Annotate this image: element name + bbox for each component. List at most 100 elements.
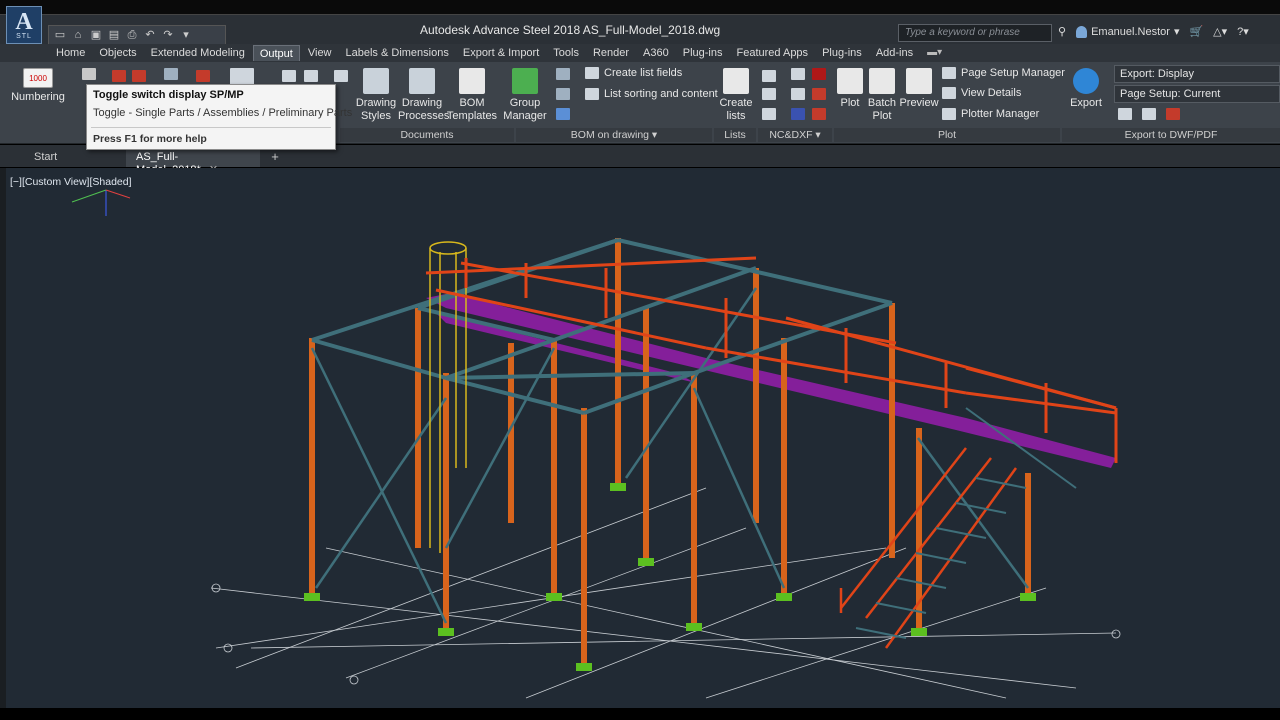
open-file-icon[interactable]: ⌂ <box>71 29 85 41</box>
tab-a360[interactable]: A360 <box>637 45 675 61</box>
new-tab-icon[interactable]: + <box>266 150 284 164</box>
tab-tools[interactable]: Tools <box>547 45 585 61</box>
doc-2-icon[interactable] <box>304 70 318 82</box>
list-fields-icon <box>585 67 599 79</box>
panel-label-documents: Documents <box>340 128 514 142</box>
top-letterbox <box>0 0 1280 14</box>
nc-1-icon[interactable] <box>791 68 805 80</box>
ucs-icon <box>71 189 131 216</box>
panel-label-export-dwf: Export to DWF/PDF <box>1062 128 1280 142</box>
tab-output[interactable]: Output <box>252 45 300 61</box>
export-opt-1-icon[interactable] <box>1118 108 1132 120</box>
tooltip-title: Toggle switch display SP/MP <box>93 89 244 101</box>
panel-label-ncdxf[interactable]: NC&DXF ▾ <box>758 128 832 142</box>
doc-3-icon[interactable] <box>334 70 348 82</box>
drawing-styles-icon <box>363 68 389 94</box>
help-icon[interactable]: ?▾ <box>1237 25 1249 38</box>
pdf-icon[interactable] <box>1166 108 1180 120</box>
create-list-fields-button[interactable]: Create list fields <box>585 67 682 79</box>
tab-export-import[interactable]: Export & Import <box>457 45 545 61</box>
user-icon <box>1076 25 1088 38</box>
nc-m-icon[interactable] <box>812 68 826 80</box>
tab-view[interactable]: View <box>302 45 338 61</box>
tab-labels-dimensions[interactable]: Labels & Dimensions <box>340 45 455 61</box>
new-file-icon[interactable]: ▭ <box>53 29 67 41</box>
export-display-select[interactable]: Export: Display <box>1114 65 1280 83</box>
marking-icon[interactable] <box>112 70 126 82</box>
preview-button[interactable]: Preview <box>898 68 940 110</box>
save-icon[interactable]: ▣ <box>89 29 103 41</box>
bom-edit-icon[interactable] <box>556 68 570 80</box>
grid-lines <box>210 487 1121 699</box>
save-as-icon[interactable]: ▤ <box>107 29 121 41</box>
nc-5-icon[interactable] <box>812 108 826 120</box>
page-setup-select[interactable]: Page Setup: Current <box>1114 85 1280 103</box>
doc-icon[interactable] <box>282 70 296 82</box>
tab-plug-ins-2[interactable]: Plug-ins <box>816 45 868 61</box>
search-input[interactable]: Type a keyword or phrase <box>898 24 1052 42</box>
batch-plot-button[interactable]: Batch Plot <box>866 68 898 123</box>
label-icon[interactable] <box>164 68 178 80</box>
title-bar: ▭ ⌂ ▣ ▤ ⎙ ↶ ↷ ▾ Autodesk Advance Steel 2… <box>0 14 1280 45</box>
nc-2-icon[interactable] <box>791 88 805 100</box>
autodesk-icon[interactable]: △▾ <box>1213 25 1227 38</box>
list-sorting-button[interactable]: List sorting and content <box>585 88 718 100</box>
tab-featured-apps[interactable]: Featured Apps <box>731 45 815 61</box>
marking-2-icon[interactable] <box>132 70 146 82</box>
quick-access-toolbar[interactable]: ▭ ⌂ ▣ ▤ ⎙ ↶ ↷ ▾ <box>48 25 226 45</box>
window-title: Autodesk Advance Steel 2018 AS_Full-Mode… <box>420 23 721 37</box>
tab-objects[interactable]: Objects <box>93 45 142 61</box>
page-setup-icon <box>942 67 956 79</box>
plot-icon <box>837 68 863 94</box>
tab-home[interactable]: Home <box>50 45 91 61</box>
tooltip-help: Press F1 for more help <box>93 133 207 145</box>
nc-icon[interactable] <box>762 70 776 82</box>
ribbon-options-icon[interactable]: ▬▾ <box>921 45 948 61</box>
nc-4-icon[interactable] <box>791 108 805 120</box>
cart-icon[interactable]: 🛒 <box>1189 25 1203 38</box>
drawing-processes-button[interactable]: Drawing Processes <box>398 68 449 123</box>
model-viewport[interactable]: [−][Custom View][Shaded] <box>6 168 1280 708</box>
stair <box>839 447 1018 649</box>
page-setup-manager-button[interactable]: Page Setup Manager <box>942 67 1065 79</box>
drawing-styles-button[interactable]: Drawing Styles <box>354 68 398 123</box>
user-menu[interactable]: Emanuel.Nestor ▾ <box>1076 25 1179 38</box>
app-menu-button[interactable]: A STL <box>6 6 42 44</box>
dxf-icon[interactable] <box>762 88 776 100</box>
tooltip-separator <box>91 127 331 128</box>
undo-icon[interactable]: ↶ <box>143 29 157 41</box>
plotter-manager-button[interactable]: Plotter Manager <box>942 108 1039 120</box>
tab-extended-modeling[interactable]: Extended Modeling <box>145 45 251 61</box>
tab-add-ins[interactable]: Add-ins <box>870 45 919 61</box>
redo-icon[interactable]: ↷ <box>161 29 175 41</box>
export-button[interactable]: Export <box>1068 68 1104 110</box>
create-lists-button[interactable]: Create lists <box>716 68 756 123</box>
nc-export-icon[interactable] <box>762 108 776 120</box>
steel-structure-model <box>71 189 1121 699</box>
nc-3-icon[interactable] <box>812 88 826 100</box>
tooltip-description: Toggle - Single Parts / Assemblies / Pre… <box>93 107 353 119</box>
bom-insert-icon[interactable] <box>556 108 570 120</box>
numbering-button[interactable]: 1000 Numbering <box>8 68 68 104</box>
tab-start[interactable]: Start <box>24 148 67 167</box>
bom-templates-button[interactable]: BOM Templates <box>446 68 498 123</box>
tab-render[interactable]: Render <box>587 45 635 61</box>
print-icon[interactable]: ⎙ <box>125 29 139 41</box>
view-details-button[interactable]: View Details <box>942 87 1021 99</box>
ribbon-tabs: Home Objects Extended Modeling Output Vi… <box>0 44 1280 62</box>
viewport-controls[interactable]: [−][Custom View][Shaded] <box>10 176 132 188</box>
bom-update-icon[interactable] <box>556 88 570 100</box>
tab-plug-ins[interactable]: Plug-ins <box>677 45 729 61</box>
chevron-down-icon[interactable]: ▾ <box>179 29 193 41</box>
binoculars-icon[interactable]: ⚲ <box>1058 25 1066 38</box>
flag-icon[interactable] <box>196 70 210 82</box>
plot-button[interactable]: Plot <box>834 68 866 110</box>
export-opt-2-icon[interactable] <box>1142 108 1156 120</box>
switch-display-icon[interactable] <box>82 68 96 80</box>
group-manager-icon <box>512 68 538 94</box>
create-lists-icon <box>723 68 749 94</box>
drawing-processes-icon <box>409 68 435 94</box>
group-manager-button[interactable]: Group Manager <box>502 68 548 123</box>
tab-drawing[interactable]: AS_Full-Model_2018*✕ <box>126 148 260 176</box>
panel-label-bom[interactable]: BOM on drawing ▾ <box>516 128 712 142</box>
